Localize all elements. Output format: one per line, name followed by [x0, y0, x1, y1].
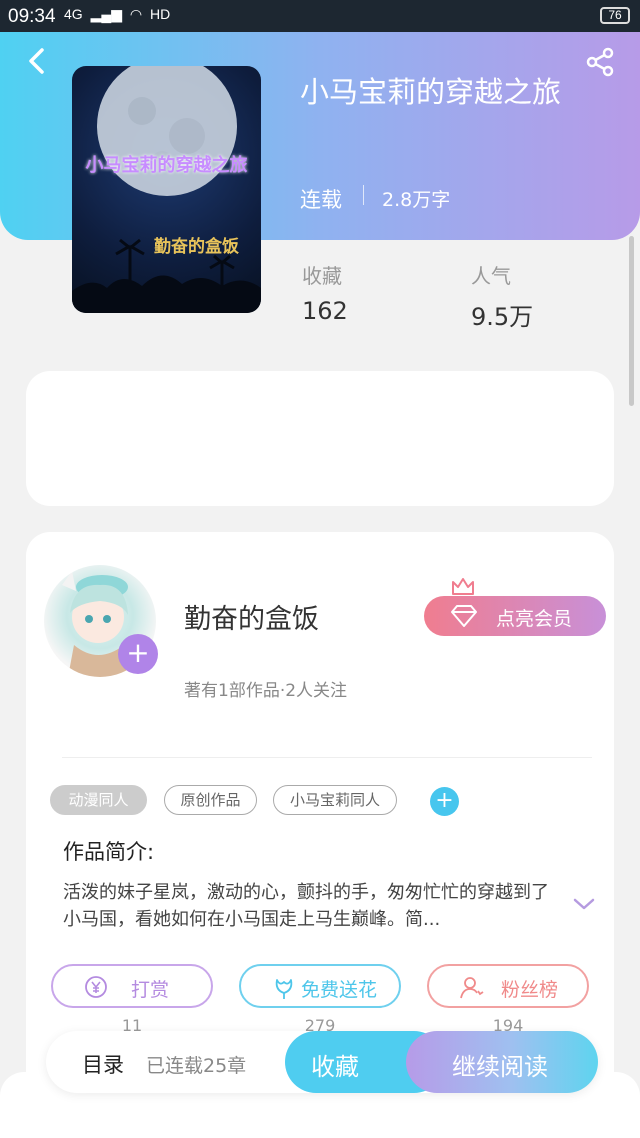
add-tag-button[interactable]: + — [430, 787, 459, 816]
back-arrow-icon[interactable] — [22, 46, 52, 76]
popularity-label: 人气 — [471, 264, 511, 288]
favorites-value: 162 — [302, 297, 348, 325]
fan-ranking-button[interactable]: 粉丝榜 — [427, 964, 589, 1008]
continue-reading-button[interactable]: 继续阅读 — [406, 1031, 598, 1093]
share-icon[interactable] — [584, 46, 616, 78]
blank-card — [26, 371, 614, 506]
follow-plus-button[interactable]: + — [118, 634, 158, 674]
battery-indicator: 76 — [600, 7, 630, 24]
chapter-count: 已连载25章 — [146, 1055, 247, 1077]
toc-button[interactable]: 目录 — [82, 1049, 124, 1079]
person-icon — [460, 977, 484, 999]
scrollbar[interactable] — [629, 236, 634, 406]
vip-button[interactable]: 点亮会员 — [424, 596, 606, 636]
tag-mlp-fanfic[interactable]: 小马宝莉同人 — [273, 785, 397, 815]
crown-icon — [452, 578, 474, 598]
popularity-value: 9.5万 — [471, 303, 534, 331]
wifi-icon: ◠ — [129, 6, 143, 22]
tag-anime-fanfic[interactable]: 动漫同人 — [50, 785, 147, 815]
divider — [62, 757, 592, 758]
signal-icon: ▂▄▆ — [90, 6, 123, 22]
status-divider — [363, 185, 364, 205]
fan-ranking-label: 粉丝榜 — [501, 979, 559, 1001]
yen-icon — [85, 976, 107, 998]
flower-icon — [275, 979, 293, 999]
cover-author: 勤奋的盒饭 — [154, 237, 239, 257]
book-status: 连载 — [300, 188, 342, 212]
tag-original[interactable]: 原创作品 — [164, 785, 257, 815]
reward-label: 打赏 — [131, 979, 170, 1001]
chevron-down-icon[interactable] — [572, 896, 596, 912]
status-bar: 09:34 4G ▂▄▆ ◠ HD 76 — [0, 0, 640, 32]
reward-button[interactable]: 打赏 — [51, 964, 213, 1008]
send-flower-label: 免费送花 — [301, 979, 378, 1001]
diamond-icon — [451, 605, 477, 627]
status-time: 09:34 — [8, 6, 56, 27]
word-count: 2.8万字 — [382, 189, 451, 211]
send-flower-button[interactable]: 免费送花 — [239, 964, 401, 1008]
book-title: 小马宝莉的穿越之旅 — [300, 75, 562, 109]
cover-title: 小马宝莉的穿越之旅 — [85, 155, 248, 176]
intro-heading: 作品简介: — [63, 840, 155, 864]
vip-button-label: 点亮会员 — [496, 608, 573, 630]
book-cover[interactable]: 小马宝莉的穿越之旅 勤奋的盒饭 — [72, 66, 261, 313]
author-name[interactable]: 勤奋的盒饭 — [184, 597, 319, 636]
collect-button-label: 收藏 — [311, 1053, 359, 1081]
status-icons: 4G ▂▄▆ ◠ HD — [64, 6, 174, 23]
intro-text: 活泼的妹子星岚，激动的心，颤抖的手，匆匆忙忙的穿越到了小马国，看她如何在小马国走… — [63, 882, 549, 930]
favorites-label: 收藏 — [302, 264, 342, 288]
hd-indicator: HD — [150, 6, 171, 22]
continue-reading-label: 继续阅读 — [452, 1053, 548, 1081]
cover-artwork — [72, 66, 261, 313]
network-indicator: 4G — [64, 6, 83, 22]
author-meta: 著有1部作品·2人关注 — [184, 681, 348, 701]
